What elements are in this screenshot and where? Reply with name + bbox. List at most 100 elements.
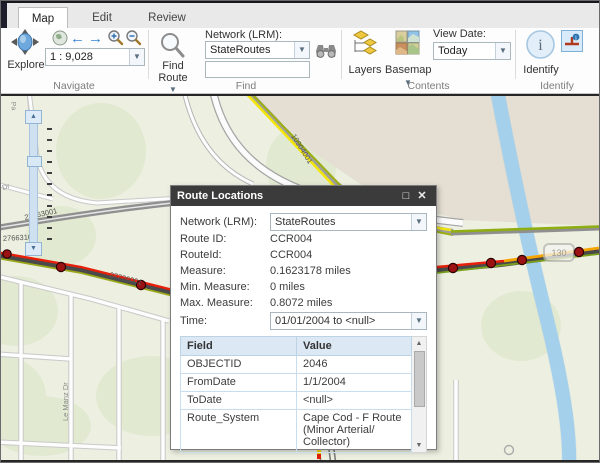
- network-lrm-value: StateRoutes: [210, 44, 271, 56]
- route-marker[interactable]: [516, 254, 528, 266]
- layers-button[interactable]: Layers: [344, 64, 386, 76]
- view-date-combobox[interactable]: Today ▼: [433, 42, 511, 60]
- table-row[interactable]: Route_System Cape Cod - F Route (Minor A…: [180, 408, 412, 454]
- full-extent-globe-icon[interactable]: [52, 30, 68, 46]
- scale-value: 1 : 9,028: [50, 51, 93, 63]
- zoom-in-icon[interactable]: [107, 29, 124, 47]
- app-window: Map Edit Review Explore ← → 1: 9,028 ▼ …: [0, 0, 600, 463]
- binoculars-icon[interactable]: [315, 41, 337, 60]
- scrollbar-down-icon[interactable]: ▼: [416, 439, 423, 452]
- route-marker[interactable]: [447, 262, 459, 274]
- identify-route-icon: i: [565, 33, 580, 46]
- ribbon: Explore ← → 1 : 9,028 ▼ Navigate Find Ro…: [1, 28, 599, 94]
- slider-handle[interactable]: [27, 156, 42, 167]
- slider-tick: [47, 139, 52, 141]
- attribute-table: Field Value OBJECTID 2046 FromDate 1/1/2…: [180, 336, 412, 454]
- slider-tick: [47, 238, 52, 240]
- min-measure-value: 0 miles: [270, 281, 305, 293]
- find-route-dropdown-icon[interactable]: ▼: [151, 85, 195, 94]
- chevron-down-icon[interactable]: ▼: [411, 312, 426, 329]
- find-route-button[interactable]: Find Route: [151, 60, 195, 84]
- window-corner: [1, 3, 7, 30]
- street-label: Le Manz Dr: [61, 382, 70, 421]
- slider-up-button[interactable]: ▲: [25, 110, 42, 124]
- route-id-input[interactable]: [205, 61, 310, 78]
- slider-tick: [47, 227, 52, 229]
- slider-tick: [47, 172, 52, 174]
- network-field-combobox[interactable]: StateRoutes ▼: [270, 212, 427, 231]
- tab-review[interactable]: Review: [137, 7, 197, 30]
- table-scrollbar[interactable]: ▲ ▼: [412, 336, 427, 453]
- value-column-header[interactable]: Value: [296, 336, 412, 356]
- close-icon[interactable]: ✕: [414, 186, 430, 206]
- scale-combobox[interactable]: 1 : 9,028 ▼: [45, 48, 145, 66]
- slider-tick: [47, 150, 52, 152]
- view-date-value: Today: [438, 45, 468, 57]
- table-row[interactable]: ToDate <null>: [180, 390, 412, 410]
- svg-text:130: 130: [551, 248, 566, 258]
- measure-value: 0.1623178 miles: [270, 265, 351, 277]
- route-id-value: CCR004: [270, 233, 313, 245]
- zoom-out-icon[interactable]: [125, 29, 142, 47]
- time-value: 01/01/2004 to <null>: [275, 314, 376, 327]
- chevron-down-icon[interactable]: ▼: [495, 43, 510, 59]
- value-cell: <null>: [296, 390, 412, 410]
- value-cell: Cape Cod - F Route (Minor Arterial/ Coll…: [296, 408, 412, 454]
- table-row[interactable]: FromDate 1/1/2004: [180, 372, 412, 392]
- identify-icon: i: [526, 30, 555, 59]
- view-date-label: View Date:: [433, 28, 486, 40]
- group-label-contents: Contents: [407, 80, 450, 92]
- map-view[interactable]: 130 27663001 27663101 27726001 10904001 …: [1, 94, 599, 462]
- find-route-label-1: Find: [162, 60, 184, 72]
- forward-arrow-icon[interactable]: →: [88, 31, 103, 47]
- route-marker[interactable]: [485, 257, 497, 269]
- route-id-label: Route ID:: [180, 233, 227, 245]
- slider-tick: [47, 183, 52, 185]
- slider-track[interactable]: [27, 124, 42, 242]
- table-header-row: Field Value: [180, 336, 412, 356]
- ribbon-tabbar: Map Edit Review: [1, 1, 599, 30]
- tab-map[interactable]: Map: [18, 7, 68, 30]
- route-marker[interactable]: [573, 246, 585, 258]
- network-lrm-label: Network (LRM):: [205, 29, 283, 41]
- chevron-down-icon[interactable]: ▼: [411, 213, 426, 230]
- field-cell: Route_System: [180, 408, 297, 454]
- slider-tick: [47, 161, 52, 163]
- dialog-body: Network (LRM): StateRoutes ▼ Route ID: C…: [171, 206, 436, 457]
- max-measure-value: 0.8072 miles: [270, 297, 333, 309]
- scrollbar-up-icon[interactable]: ▲: [416, 337, 423, 350]
- field-cell: ToDate: [180, 390, 297, 410]
- slider-tick: [47, 194, 52, 196]
- network-field-value: StateRoutes: [275, 215, 336, 228]
- time-combobox[interactable]: 01/01/2004 to <null> ▼: [270, 311, 427, 330]
- route-locations-dialog: Route Locations □ ✕ Network (LRM): State…: [170, 185, 437, 454]
- chevron-down-icon[interactable]: ▼: [294, 42, 309, 58]
- time-label: Time:: [180, 314, 208, 327]
- dialog-titlebar[interactable]: Route Locations □ ✕: [171, 186, 436, 206]
- field-cell: OBJECTID: [180, 355, 297, 374]
- group-label-identify: Identify: [540, 80, 574, 92]
- table-row[interactable]: OBJECTID 2046: [180, 355, 412, 374]
- field-column-header[interactable]: Field: [180, 336, 297, 356]
- network-lrm-combobox[interactable]: StateRoutes ▼: [205, 41, 310, 59]
- chevron-down-icon[interactable]: ▼: [129, 49, 144, 65]
- field-cell: FromDate: [180, 372, 297, 392]
- identify-route-tool-button[interactable]: i: [561, 30, 583, 52]
- route-marker[interactable]: [55, 261, 67, 273]
- explore-button[interactable]: Explore: [3, 59, 49, 71]
- back-arrow-icon[interactable]: ←: [70, 31, 85, 47]
- route-marker[interactable]: [2, 249, 12, 259]
- basemap-button[interactable]: Basemap: [385, 64, 431, 76]
- identify-button[interactable]: Identify: [516, 64, 566, 76]
- explore-compass-icon[interactable]: [9, 28, 41, 58]
- slider-down-button[interactable]: ▼: [25, 242, 42, 256]
- measure-label: Measure:: [180, 265, 226, 277]
- svg-text:i: i: [538, 37, 543, 54]
- map-zoom-slider[interactable]: ▲ ▼: [25, 110, 42, 256]
- max-measure-label: Max. Measure:: [180, 297, 253, 309]
- tab-edit[interactable]: Edit: [79, 7, 125, 30]
- route-shield-130: 130: [543, 243, 575, 262]
- maximize-icon[interactable]: □: [398, 186, 414, 206]
- scrollbar-thumb[interactable]: [413, 351, 425, 407]
- group-separator: [148, 30, 149, 79]
